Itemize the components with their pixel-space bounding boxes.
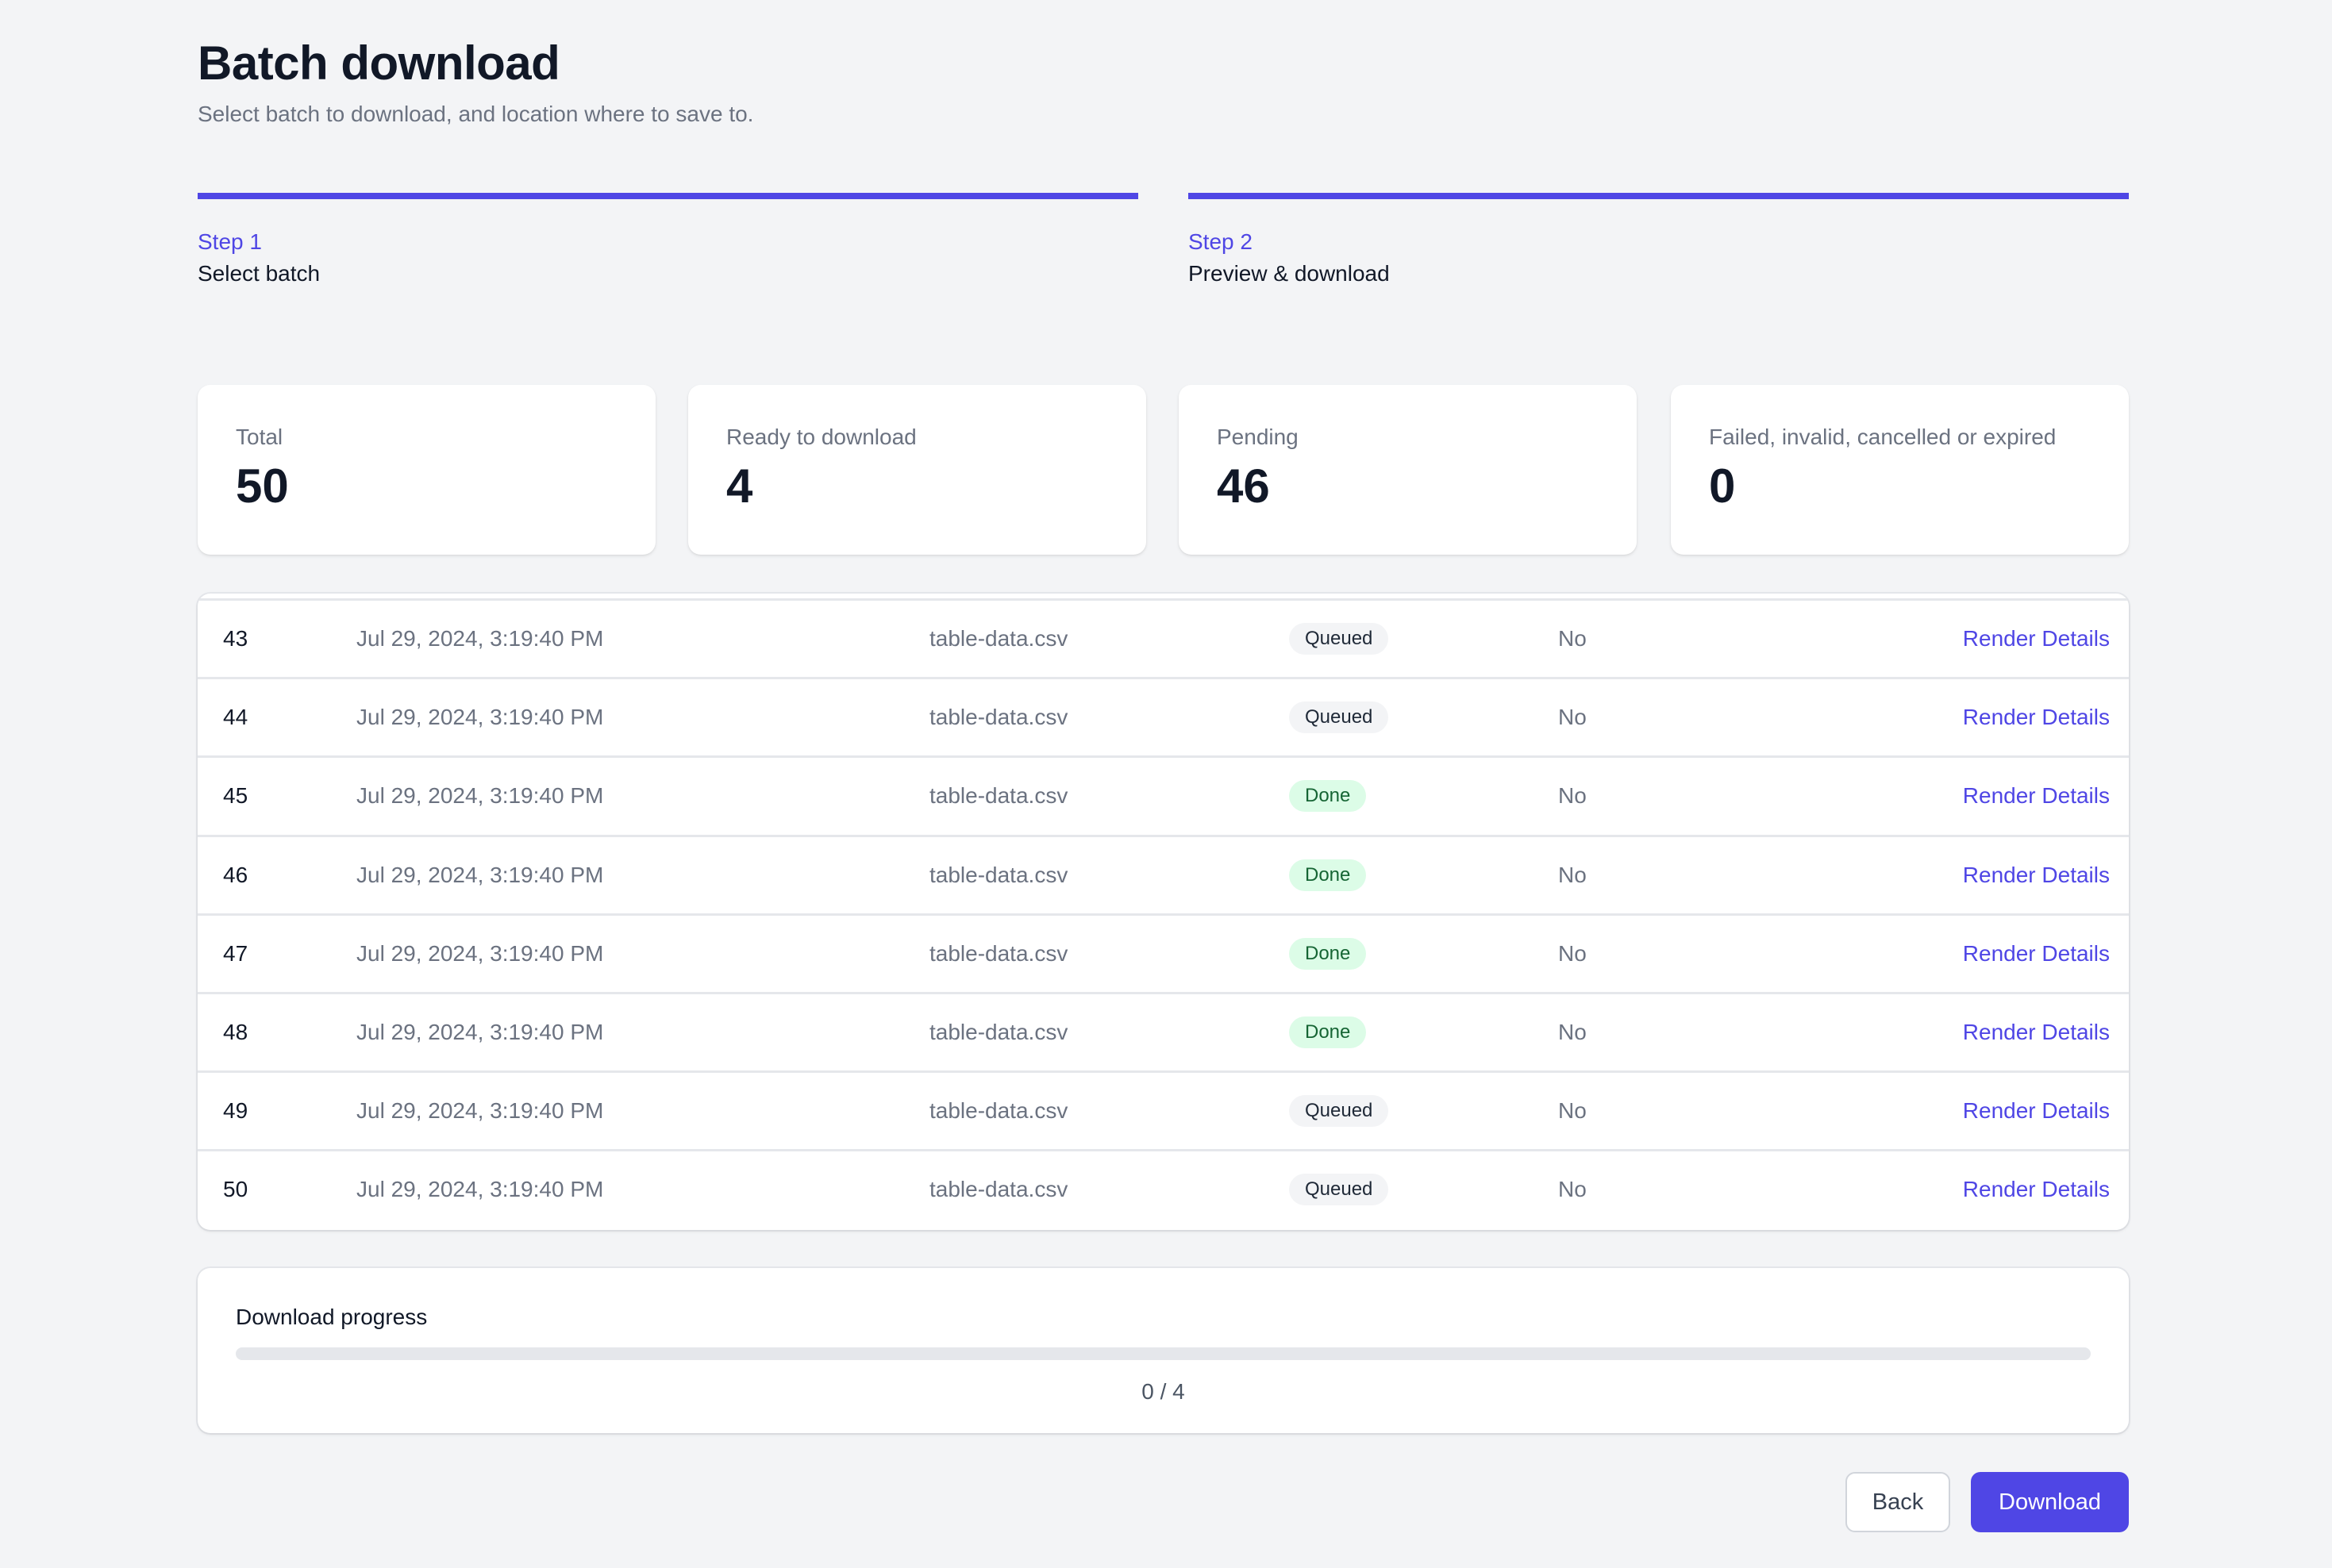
step-1-number: Step 1 — [198, 229, 262, 254]
status-badge: Done — [1289, 859, 1367, 891]
row-flag: No — [1558, 705, 1587, 730]
row-flag: No — [1558, 783, 1587, 809]
progress-bar — [236, 1347, 2091, 1360]
row-status: Done — [1289, 758, 1367, 834]
table-row: 45 Jul 29, 2024, 3:19:40 PM table-data.csv… — [198, 758, 2129, 837]
render-details-link[interactable]: Render Details — [1963, 1151, 2110, 1228]
row-status: Done — [1289, 837, 1367, 913]
row-date: Jul 29, 2024, 3:19:40 PM — [356, 783, 604, 809]
download-button[interactable]: Download — [1971, 1472, 2129, 1532]
table-row: 48 Jul 29, 2024, 3:19:40 PM table-data.csv… — [198, 994, 2129, 1074]
row-filename: table-data.csv — [929, 705, 1068, 730]
row-id: 48 — [223, 1019, 248, 1044]
row-flag: No — [1558, 940, 1587, 966]
downloads-table[interactable]: 43 Jul 29, 2024, 3:19:40 PM table-data.csv… — [198, 594, 2129, 1230]
row-flag: No — [1558, 1098, 1587, 1124]
row-date: Jul 29, 2024, 3:19:40 PM — [356, 1098, 604, 1124]
stat-label: Pending — [1217, 425, 1299, 449]
step-2[interactable]: Step 2 Preview & download — [1188, 193, 2129, 288]
stat-card-failed: Failed, invalid, cancelled or expired 0 — [1671, 385, 2129, 555]
stepper: Step 1 Select batch Step 2 Preview & dow… — [198, 193, 2129, 288]
table-row: 46 Jul 29, 2024, 3:19:40 PM table-data.csv… — [198, 837, 2129, 916]
stat-value: 0 — [1709, 459, 1736, 513]
row-status: Done — [1289, 994, 1367, 1070]
row-filename: table-data.csv — [929, 862, 1068, 887]
render-details-link[interactable]: Render Details — [1963, 994, 2110, 1070]
table-row: 50 Jul 29, 2024, 3:19:40 PM table-data.csv… — [198, 1151, 2129, 1230]
status-badge: Done — [1289, 1016, 1367, 1048]
render-details-link[interactable]: Render Details — [1963, 837, 2110, 913]
table-scrolled-row-edge — [198, 594, 2129, 601]
row-id: 45 — [223, 783, 248, 809]
step-1-label: Select batch — [198, 261, 321, 286]
stat-card-ready: Ready to download 4 — [688, 385, 1146, 555]
stat-card-total: Total 50 — [198, 385, 656, 555]
progress-count: 0 / 4 — [1141, 1379, 1185, 1404]
status-badge: Queued — [1289, 623, 1389, 655]
status-badge: Queued — [1289, 1095, 1389, 1128]
row-date: Jul 29, 2024, 3:19:40 PM — [356, 862, 604, 887]
row-filename: table-data.csv — [929, 783, 1068, 809]
row-date: Jul 29, 2024, 3:19:40 PM — [356, 1019, 604, 1044]
stat-value: 46 — [1217, 459, 1270, 513]
page-subtitle: Select batch to download, and location w… — [198, 102, 754, 126]
step-2-number: Step 2 — [1188, 229, 1253, 254]
table-row: 47 Jul 29, 2024, 3:19:40 PM table-data.csv… — [198, 916, 2129, 994]
back-button[interactable]: Back — [1845, 1472, 1950, 1532]
stats-row: Total 50 Ready to download 4 Pending 46 … — [198, 385, 2129, 555]
render-details-link[interactable]: Render Details — [1963, 758, 2110, 834]
row-status: Queued — [1289, 601, 1389, 677]
render-details-link[interactable]: Render Details — [1963, 1073, 2110, 1149]
render-details-link[interactable]: Render Details — [1963, 601, 2110, 677]
row-filename: table-data.csv — [929, 1098, 1068, 1124]
row-flag: No — [1558, 862, 1587, 887]
stat-card-pending: Pending 46 — [1179, 385, 1637, 555]
row-status: Done — [1289, 916, 1367, 992]
page-title: Batch download — [198, 37, 560, 90]
download-progress-card: Download progress 0 / 4 — [198, 1268, 2129, 1433]
step-1-progress-bar — [198, 193, 1138, 199]
row-date: Jul 29, 2024, 3:19:40 PM — [356, 705, 604, 730]
row-status: Queued — [1289, 679, 1389, 755]
status-badge: Done — [1289, 780, 1367, 813]
status-badge: Queued — [1289, 701, 1389, 734]
row-id: 46 — [223, 862, 248, 887]
status-badge: Queued — [1289, 1174, 1389, 1206]
table-row: 43 Jul 29, 2024, 3:19:40 PM table-data.csv… — [198, 601, 2129, 680]
row-filename: table-data.csv — [929, 1177, 1068, 1202]
row-filename: table-data.csv — [929, 626, 1068, 651]
step-1[interactable]: Step 1 Select batch — [198, 193, 1138, 288]
row-status: Queued — [1289, 1151, 1389, 1228]
row-id: 43 — [223, 626, 248, 651]
stat-label: Total — [236, 425, 283, 449]
table-row: 44 Jul 29, 2024, 3:19:40 PM table-data.csv… — [198, 679, 2129, 759]
render-details-link[interactable]: Render Details — [1963, 916, 2110, 992]
row-id: 47 — [223, 940, 248, 966]
row-filename: table-data.csv — [929, 940, 1068, 966]
row-date: Jul 29, 2024, 3:19:40 PM — [356, 626, 604, 651]
row-id: 44 — [223, 705, 248, 730]
footer-actions: Back Download — [1845, 1472, 2129, 1532]
table-row: 49 Jul 29, 2024, 3:19:40 PM table-data.csv… — [198, 1073, 2129, 1152]
row-flag: No — [1558, 1019, 1587, 1044]
stat-label: Failed, invalid, cancelled or expired — [1709, 425, 2057, 449]
row-flag: No — [1558, 1177, 1587, 1202]
step-2-label: Preview & download — [1188, 261, 1390, 286]
status-badge: Done — [1289, 937, 1367, 970]
progress-label: Download progress — [236, 1305, 428, 1329]
row-id: 49 — [223, 1098, 248, 1124]
row-status: Queued — [1289, 1073, 1389, 1149]
stat-value: 4 — [726, 459, 753, 513]
stat-label: Ready to download — [726, 425, 917, 449]
table-body: 43 Jul 29, 2024, 3:19:40 PM table-data.csv… — [198, 601, 2129, 1230]
row-id: 50 — [223, 1177, 248, 1202]
row-date: Jul 29, 2024, 3:19:40 PM — [356, 1177, 604, 1202]
row-filename: table-data.csv — [929, 1019, 1068, 1044]
stat-value: 50 — [236, 459, 289, 513]
step-2-progress-bar — [1188, 193, 2129, 199]
row-flag: No — [1558, 626, 1587, 651]
row-date: Jul 29, 2024, 3:19:40 PM — [356, 940, 604, 966]
render-details-link[interactable]: Render Details — [1963, 679, 2110, 755]
